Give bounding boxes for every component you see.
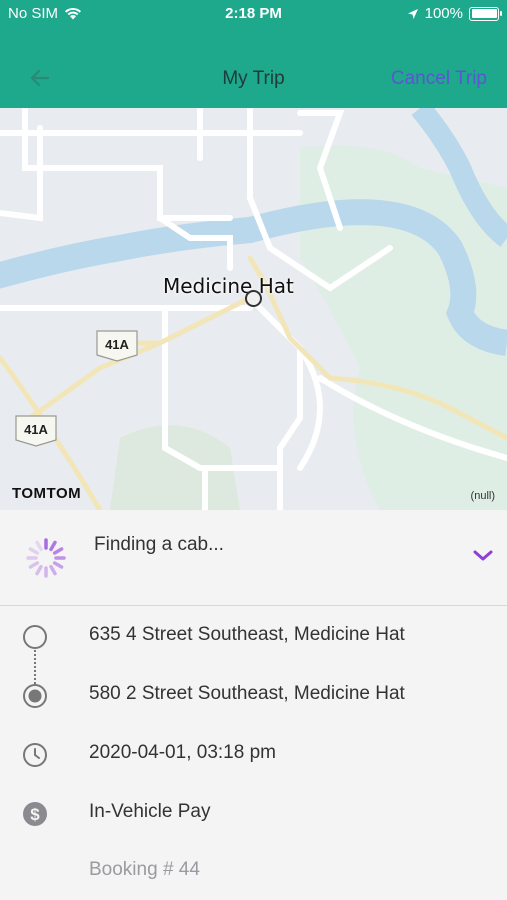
clock-icon [23, 743, 47, 767]
booking-number: Booking # 44 [89, 859, 200, 880]
pickup-circle-icon [23, 625, 47, 649]
payment-method: In-Vehicle Pay [89, 801, 211, 822]
highway-shield-label: 41A [24, 422, 48, 437]
map-view[interactable]: Medicine Hat 41A 41A TOMTOM (null) [0, 108, 507, 510]
trip-datetime: 2020-04-01, 03:18 pm [89, 742, 276, 763]
spinner-icon [26, 538, 66, 578]
datetime-row: 2020-04-01, 03:18 pm [0, 725, 507, 783]
trip-status-text: Finding a cab... [94, 534, 224, 555]
cancel-trip-button[interactable]: Cancel Trip [391, 68, 487, 90]
location-arrow-icon [407, 8, 418, 19]
pickup-row: 635 4 Street Southeast, Medicine Hat [0, 607, 507, 665]
highway-shield-label: 41A [105, 337, 129, 352]
dropoff-radio-icon [23, 684, 47, 708]
battery-icon [469, 6, 502, 21]
map-canvas [0, 108, 507, 510]
tomtom-logo: TOMTOM [12, 485, 82, 502]
nav-bar: My Trip Cancel Trip [0, 28, 507, 108]
dollar-icon: $ [23, 802, 47, 826]
svg-text:$: $ [30, 805, 40, 824]
booking-row: Booking # 44 [0, 842, 507, 900]
highway-shield: 41A [12, 414, 60, 448]
highway-shield: 41A [93, 329, 141, 363]
battery-percent: 100% [424, 5, 463, 22]
map-city-label: Medicine Hat [163, 274, 294, 298]
status-bar: No SIM 2:18 PM 100% [0, 0, 507, 28]
map-location-pin[interactable] [245, 290, 262, 307]
map-attribution: (null) [470, 490, 495, 502]
trip-status-row[interactable]: Finding a cab... [0, 510, 507, 606]
chevron-down-icon[interactable] [471, 546, 495, 564]
dropoff-address: 580 2 Street Southeast, Medicine Hat [89, 683, 405, 704]
pickup-address: 635 4 Street Southeast, Medicine Hat [89, 624, 405, 645]
dropoff-row: 580 2 Street Southeast, Medicine Hat [0, 666, 507, 724]
payment-row: $ In-Vehicle Pay [0, 784, 507, 842]
